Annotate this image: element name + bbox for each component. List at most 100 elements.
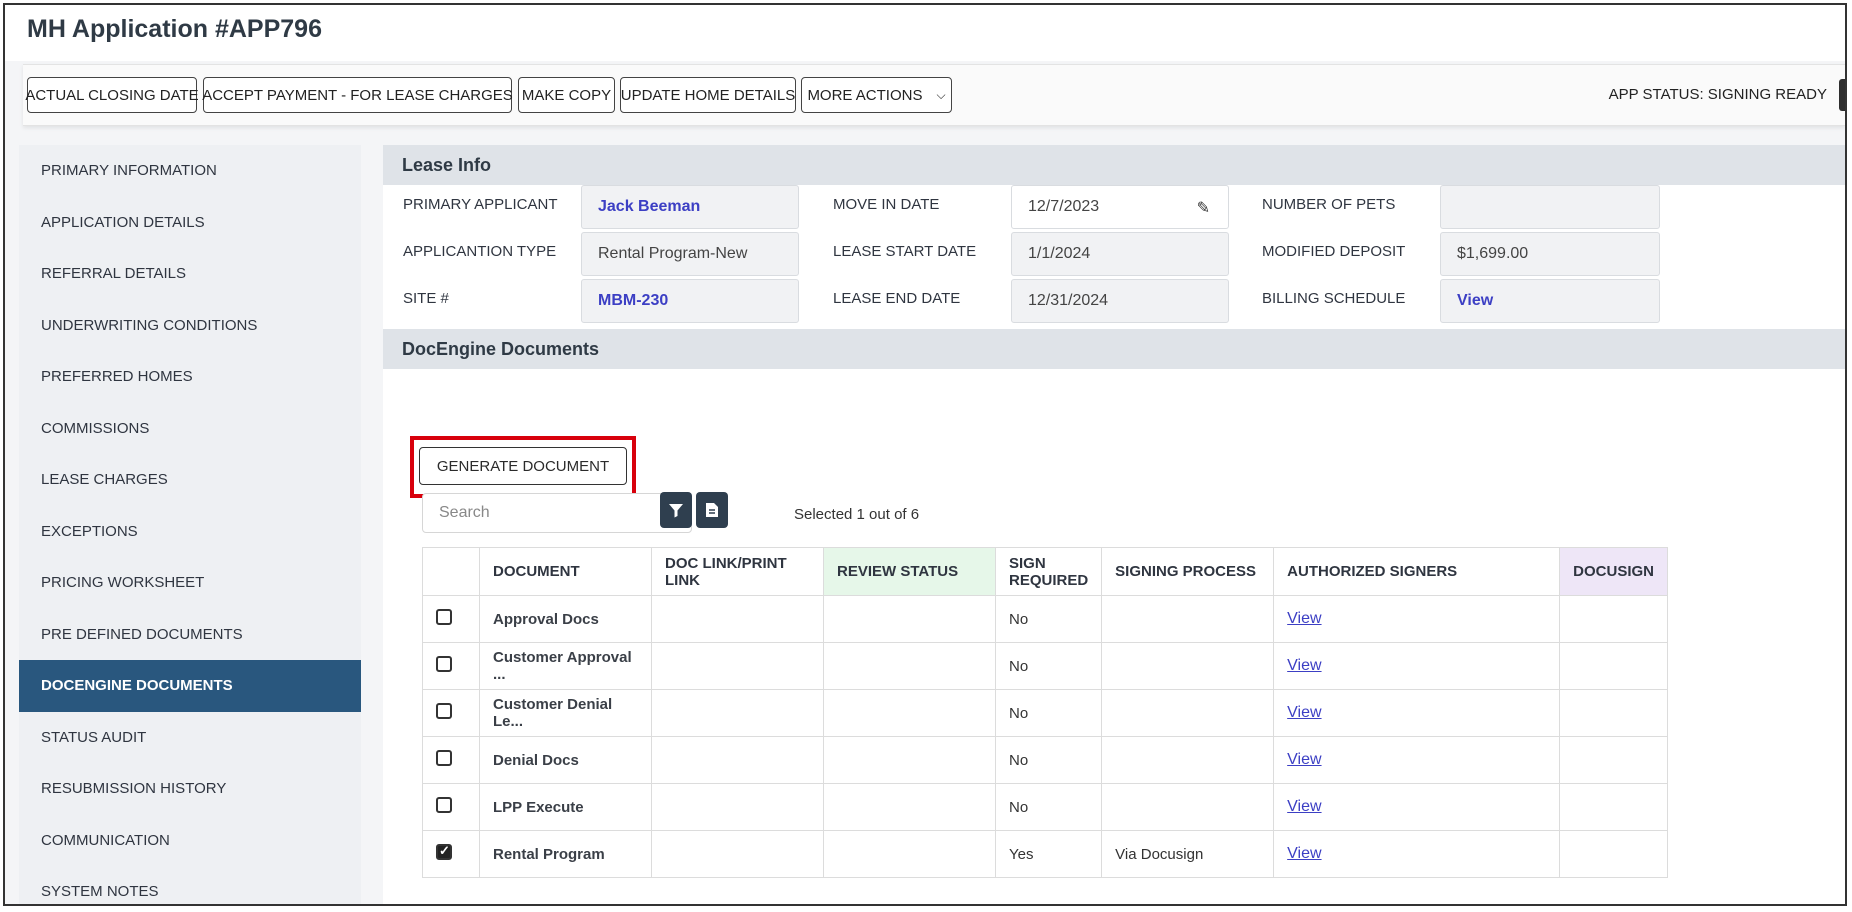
review-status-cell <box>823 642 996 690</box>
signing-process-cell <box>1101 689 1275 737</box>
authorized-signers-cell: View <box>1273 783 1561 831</box>
app-status-control[interactable] <box>1839 79 1845 111</box>
sidebar-item-system-notes[interactable]: SYSTEM NOTES <box>19 866 361 904</box>
number-of-pets-label: NUMBER OF PETS <box>1262 196 1396 213</box>
row-checkbox[interactable] <box>436 750 452 766</box>
sidebar-item-commissions[interactable]: COMMISSIONS <box>19 403 361 455</box>
authorized-signers-view-link[interactable]: View <box>1287 751 1321 768</box>
filter-icon[interactable] <box>660 492 692 528</box>
more-actions-label: MORE ACTIONS <box>807 86 923 104</box>
row-checkbox[interactable] <box>436 656 452 672</box>
move-in-date-value: 12/7/2023 <box>1028 198 1100 215</box>
document-cell: LPP Execute <box>479 783 652 831</box>
sidebar-item-application-details[interactable]: APPLICATION DETAILS <box>19 197 361 249</box>
sidebar-item-resubmission-history[interactable]: RESUBMISSION HISTORY <box>19 763 361 815</box>
review-status-cell <box>823 595 996 643</box>
sidebar-item-lease-charges[interactable]: LEASE CHARGES <box>19 454 361 506</box>
lease-info-heading: Lease Info <box>383 145 1845 185</box>
make-copy-button[interactable]: MAKE COPY <box>518 77 615 113</box>
column-header-doc-link[interactable]: DOC LINK/PRINT LINK <box>651 547 824 596</box>
primary-applicant-label: PRIMARY APPLICANT <box>403 196 558 213</box>
row-checkbox[interactable] <box>436 797 452 813</box>
column-header-document[interactable]: DOCUMENT <box>479 547 652 596</box>
select-column-header <box>422 547 480 596</box>
row-checkbox[interactable] <box>436 609 452 625</box>
doc-link-cell <box>651 642 824 690</box>
docusign-cell <box>1559 595 1669 643</box>
application-type-label: APPLICANTION TYPE <box>403 243 557 260</box>
signing-process-cell <box>1101 783 1275 831</box>
column-header-sign-required[interactable]: SIGN REQUIRED <box>994 547 1103 596</box>
authorized-signers-view-link[interactable]: View <box>1287 798 1321 815</box>
docengine-documents-table: DOCUMENT DOC LINK/PRINT LINK REVIEW STAT… <box>422 547 1669 878</box>
file-export-icon[interactable] <box>696 492 728 528</box>
pencil-icon[interactable]: ✎ <box>1197 198 1210 218</box>
accept-payment-button[interactable]: ACCEPT PAYMENT - FOR LEASE CHARGES <box>202 77 513 113</box>
sign-required-cell: No <box>994 689 1103 737</box>
table-row[interactable]: Approval Docs No View <box>422 595 1669 643</box>
sign-required-cell: No <box>994 783 1103 831</box>
row-select-cell <box>422 783 480 831</box>
primary-applicant-value[interactable]: Jack Beeman <box>581 185 799 229</box>
application-type-value: Rental Program-New <box>581 232 799 276</box>
sidebar-item-exceptions[interactable]: EXCEPTIONS <box>19 506 361 558</box>
authorized-signers-view-link[interactable]: View <box>1287 704 1321 721</box>
sidebar-item-primary-information[interactable]: PRIMARY INFORMATION <box>19 145 361 197</box>
app-status-text: APP STATUS: SIGNING READY <box>1608 86 1827 103</box>
review-status-cell <box>823 783 996 831</box>
authorized-signers-view-link[interactable]: View <box>1287 610 1321 627</box>
generate-document-button[interactable]: GENERATE DOCUMENT <box>419 447 627 485</box>
signing-process-cell: Via Docusign <box>1101 830 1275 878</box>
billing-schedule-view-link[interactable]: View <box>1440 279 1660 323</box>
document-cell: Customer Denial Le... <box>479 689 652 737</box>
column-header-signing-process[interactable]: SIGNING PROCESS <box>1101 547 1275 596</box>
search-input[interactable] <box>422 493 692 533</box>
sidebar-item-docengine-documents[interactable]: DOCENGINE DOCUMENTS <box>19 660 361 712</box>
table-row[interactable]: Customer Denial Le... No View <box>422 689 1669 737</box>
billing-schedule-label: BILLING SCHEDULE <box>1262 290 1406 307</box>
authorized-signers-cell: View <box>1273 642 1561 690</box>
docusign-cell <box>1559 642 1669 690</box>
site-value[interactable]: MBM-230 <box>581 279 799 323</box>
chevron-down-icon: ⌵ <box>936 87 946 102</box>
column-header-authorized-signers[interactable]: AUTHORIZED SIGNERS <box>1273 547 1561 596</box>
move-in-date-field[interactable]: 12/7/2023 ✎ <box>1011 185 1229 229</box>
signing-process-cell <box>1101 595 1275 643</box>
sidebar-item-underwriting-conditions[interactable]: UNDERWRITING CONDITIONS <box>19 300 361 352</box>
table-body: Approval Docs No View Customer Approval ...… <box>422 595 1669 878</box>
row-select-cell <box>422 736 480 784</box>
sidebar-item-communication[interactable]: COMMUNICATION <box>19 815 361 867</box>
sidebar-nav: PRIMARY INFORMATION APPLICATION DETAILS RE… <box>19 145 361 904</box>
column-header-review-status[interactable]: REVIEW STATUS <box>823 547 996 596</box>
sidebar-item-pricing-worksheet[interactable]: PRICING WORKSHEET <box>19 557 361 609</box>
docusign-cell <box>1559 783 1669 831</box>
table-row[interactable]: Rental Program YesVia Docusign View <box>422 830 1669 878</box>
update-home-details-button[interactable]: UPDATE HOME DETAILS <box>620 77 796 113</box>
lease-end-date-value: 12/31/2024 <box>1011 279 1229 323</box>
table-row[interactable]: LPP Execute No View <box>422 783 1669 831</box>
document-cell: Customer Approval ... <box>479 642 652 690</box>
selection-count: Selected 1 out of 6 <box>794 506 920 523</box>
doc-link-cell <box>651 830 824 878</box>
doc-link-cell <box>651 595 824 643</box>
table-row[interactable]: Denial Docs No View <box>422 736 1669 784</box>
doc-link-cell <box>651 689 824 737</box>
sidebar-item-pre-defined-documents[interactable]: PRE DEFINED DOCUMENTS <box>19 609 361 661</box>
sign-required-cell: Yes <box>994 830 1103 878</box>
actual-closing-date-button[interactable]: ACTUAL CLOSING DATE <box>25 77 199 113</box>
modified-deposit-label: MODIFIED DEPOSIT <box>1262 243 1406 260</box>
row-checkbox[interactable] <box>436 843 452 860</box>
more-actions-dropdown[interactable]: MORE ACTIONS ⌵ <box>801 77 952 113</box>
sidebar-item-status-audit[interactable]: STATUS AUDIT <box>19 712 361 764</box>
table-row[interactable]: Customer Approval ... No View <box>422 642 1669 690</box>
authorized-signers-view-link[interactable]: View <box>1287 845 1321 862</box>
authorized-signers-view-link[interactable]: View <box>1287 657 1321 674</box>
page-title: MH Application #APP796 <box>27 15 322 43</box>
review-status-cell <box>823 689 996 737</box>
column-header-docusign[interactable]: DOCUSIGN <box>1559 547 1669 596</box>
sidebar-item-preferred-homes[interactable]: PREFERRED HOMES <box>19 351 361 403</box>
document-cell: Approval Docs <box>479 595 652 643</box>
docusign-cell <box>1559 736 1669 784</box>
sidebar-item-referral-details[interactable]: REFERRAL DETAILS <box>19 248 361 300</box>
row-checkbox[interactable] <box>436 703 452 719</box>
